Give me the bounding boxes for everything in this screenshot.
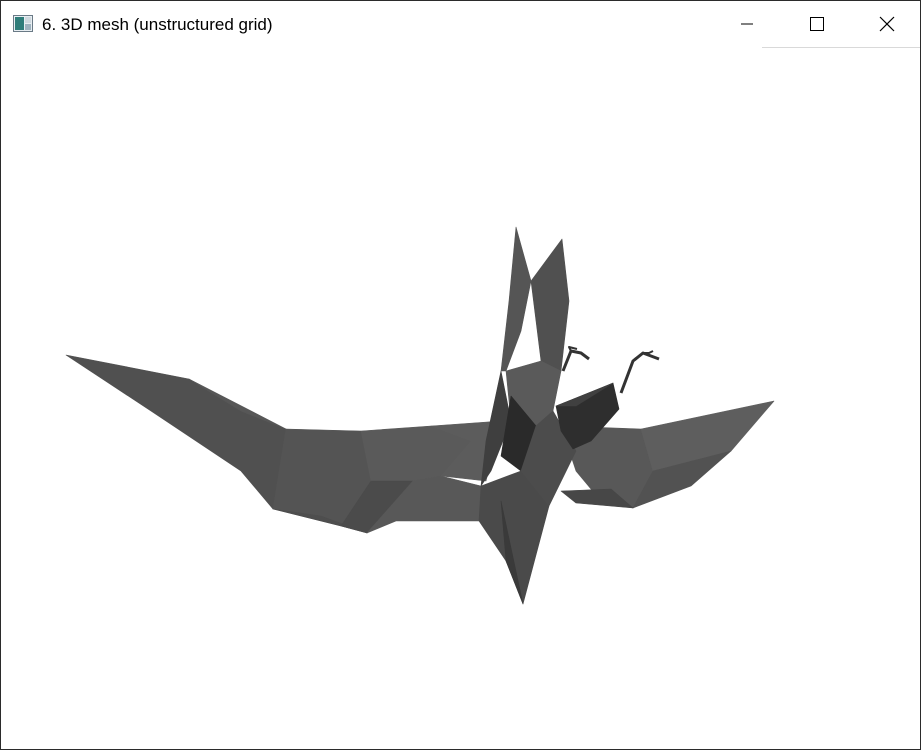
title-bar[interactable]: 6. 3D mesh (unstructured grid) <box>1 1 920 48</box>
close-icon <box>879 16 895 32</box>
maximize-icon <box>810 17 824 31</box>
head-spike-right <box>530 238 570 372</box>
left-claw <box>561 349 590 372</box>
vtk-window-icon <box>13 15 33 32</box>
left-wing-tip <box>65 354 287 510</box>
app-window: 6. 3D mesh (unstructured grid) <box>0 0 921 750</box>
minimize-icon <box>741 23 753 25</box>
head-spike-left <box>500 226 532 372</box>
bird-mesh <box>65 226 775 605</box>
minimize-button[interactable] <box>712 1 782 47</box>
maximize-button[interactable] <box>782 1 852 47</box>
window-title: 6. 3D mesh (unstructured grid) <box>42 15 273 34</box>
close-button[interactable] <box>852 1 920 47</box>
render-viewport[interactable] <box>1 48 920 749</box>
right-claw <box>619 351 660 394</box>
right-claw-toe <box>643 350 654 354</box>
